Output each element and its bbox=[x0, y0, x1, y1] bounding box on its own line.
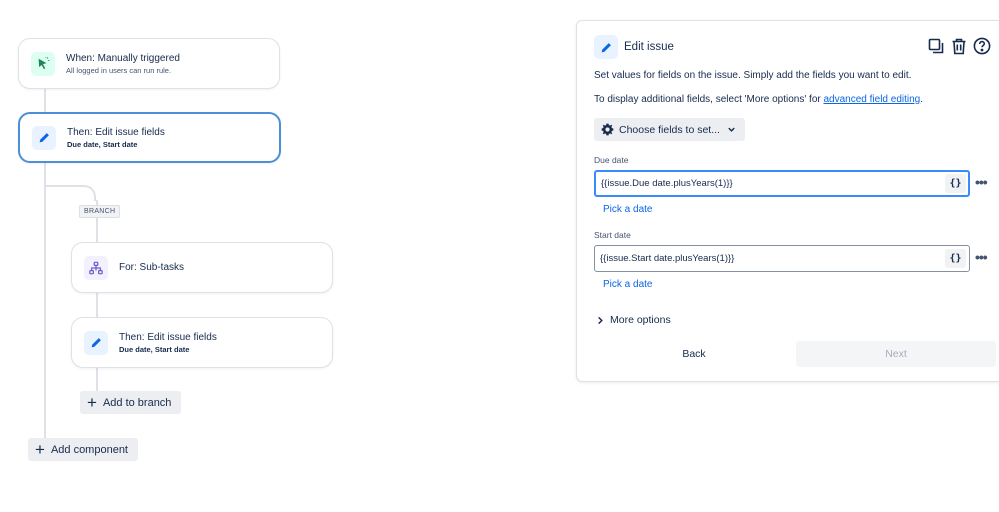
help-icon[interactable] bbox=[972, 36, 992, 56]
start-date-label: Start date bbox=[594, 230, 631, 240]
trigger-subtitle: All logged in users can run rule. bbox=[66, 65, 172, 75]
pencil-icon bbox=[84, 330, 108, 355]
add-component-button[interactable]: + Add component bbox=[28, 438, 138, 461]
automation-rule-editor: When: Manually triggered All logged in u… bbox=[0, 0, 999, 512]
action-title: Then: Edit issue fields bbox=[67, 126, 165, 138]
add-to-branch-label: Add to branch bbox=[102, 396, 172, 409]
branch-for-card[interactable]: For: Sub-tasks bbox=[71, 242, 333, 293]
plus-icon: + bbox=[35, 439, 45, 459]
more-options-label: More options bbox=[610, 314, 671, 326]
more-actions-icon[interactable]: ••• bbox=[975, 174, 988, 190]
due-date-field[interactable]: {} bbox=[594, 170, 970, 197]
next-button[interactable]: Next bbox=[796, 341, 996, 367]
description-suffix: . bbox=[920, 94, 924, 105]
branch-for-title: For: Sub-tasks bbox=[119, 262, 185, 273]
branch-action-title: Then: Edit issue fields bbox=[119, 331, 217, 343]
choose-fields-button[interactable]: Choose fields to set... bbox=[594, 118, 745, 141]
edit-issue-action-card[interactable]: Then: Edit issue fields Due date, Start … bbox=[18, 112, 281, 163]
smart-value-button[interactable]: {} bbox=[945, 174, 966, 193]
branch-action-subtitle: Due date, Start date bbox=[119, 344, 190, 354]
panel-description-more: To display additional fields, select 'Mo… bbox=[594, 94, 923, 105]
back-button[interactable]: Back bbox=[594, 341, 794, 367]
smart-value-button[interactable]: {} bbox=[945, 249, 966, 268]
due-date-input[interactable] bbox=[596, 172, 936, 195]
cursor-click-icon bbox=[31, 51, 55, 76]
more-actions-icon[interactable]: ••• bbox=[975, 249, 988, 265]
trash-icon[interactable] bbox=[949, 36, 969, 56]
pencil-icon bbox=[32, 125, 56, 150]
due-date-pick-link[interactable]: Pick a date bbox=[603, 204, 652, 215]
add-to-branch-button[interactable]: + Add to branch bbox=[80, 391, 181, 414]
start-date-pick-link[interactable]: Pick a date bbox=[603, 279, 652, 290]
description-prefix: To display additional fields, select 'Mo… bbox=[594, 94, 824, 105]
add-component-label: Add component bbox=[50, 443, 128, 456]
start-date-input[interactable] bbox=[595, 246, 935, 271]
panel-title: Edit issue bbox=[624, 41, 674, 53]
trigger-card[interactable]: When: Manually triggered All logged in u… bbox=[18, 38, 280, 89]
edit-issue-panel: Edit issue Set values for fields on the … bbox=[576, 20, 999, 382]
choose-fields-label: Choose fields to set... bbox=[619, 123, 720, 136]
start-date-field[interactable]: {} bbox=[594, 245, 970, 272]
chevron-down-icon bbox=[727, 125, 736, 134]
branch-tag: BRANCH bbox=[79, 205, 121, 218]
more-options-toggle[interactable]: More options bbox=[594, 314, 671, 326]
copy-icon[interactable] bbox=[926, 36, 946, 56]
hierarchy-icon bbox=[84, 255, 108, 280]
trigger-title: When: Manually triggered bbox=[66, 52, 180, 64]
action-subtitle: Due date, Start date bbox=[67, 139, 138, 149]
due-date-label: Due date bbox=[594, 155, 629, 165]
branch-connector bbox=[44, 185, 96, 201]
branch-edit-issue-card[interactable]: Then: Edit issue fields Due date, Start … bbox=[71, 317, 333, 368]
panel-description: Set values for fields on the issue. Simp… bbox=[594, 70, 912, 81]
advanced-field-editing-link[interactable]: advanced field editing bbox=[824, 94, 921, 105]
plus-icon: + bbox=[87, 392, 97, 412]
gear-icon bbox=[601, 123, 614, 136]
pencil-icon bbox=[594, 35, 618, 59]
chevron-right-icon bbox=[596, 316, 604, 325]
